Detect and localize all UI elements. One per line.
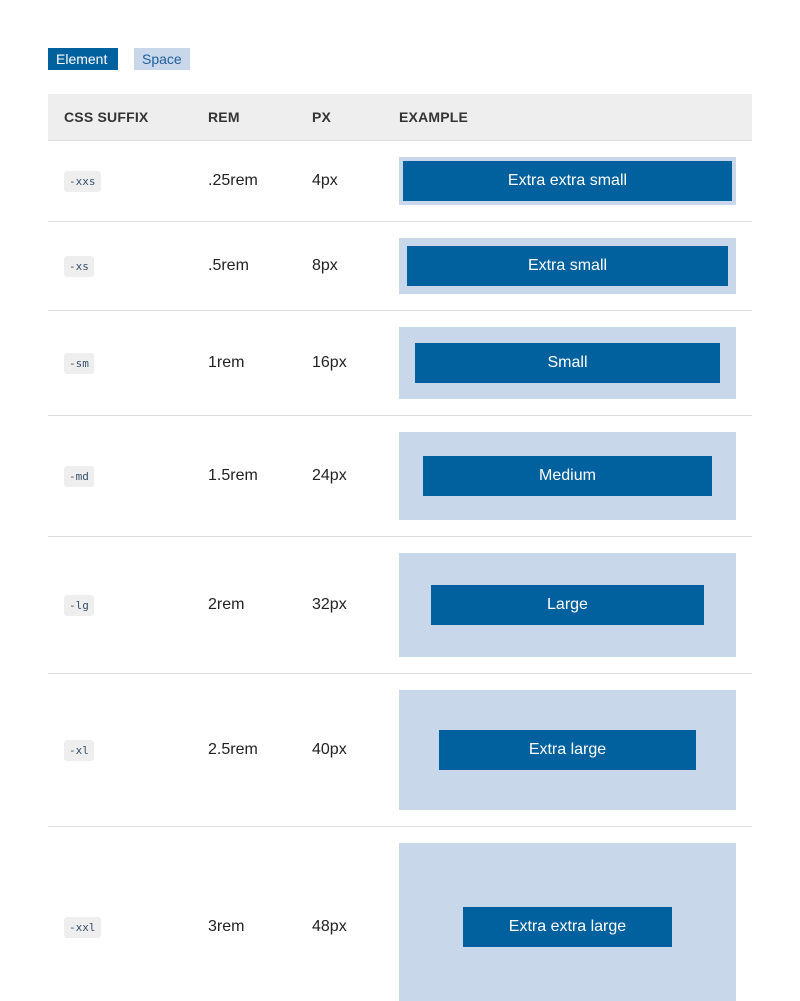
table-row: -xs .5rem 8px Extra small xyxy=(48,222,752,311)
element-box: Medium xyxy=(423,456,712,496)
legend-element-chip: Element xyxy=(48,48,118,70)
space-box: Small xyxy=(399,327,736,399)
table-header: CSS SUFFIX REM PX EXAMPLE xyxy=(48,94,752,141)
space-box: Extra extra small xyxy=(399,157,736,205)
px-value: 32px xyxy=(312,596,347,613)
header-example: EXAMPLE xyxy=(399,109,469,125)
table-row: -md 1.5rem 24px Medium xyxy=(48,416,752,537)
css-suffix-code: -sm xyxy=(64,353,94,374)
rem-value: 1rem xyxy=(208,354,245,371)
px-value: 16px xyxy=(312,354,347,371)
css-suffix-code: -lg xyxy=(64,595,94,616)
px-value: 48px xyxy=(312,918,347,935)
header-css-suffix: CSS SUFFIX xyxy=(64,109,149,125)
space-box: Extra extra large xyxy=(399,843,736,1001)
rem-value: 3rem xyxy=(208,918,245,935)
table-row: -sm 1rem 16px Small xyxy=(48,311,752,416)
legend-space-chip: Space xyxy=(134,48,190,70)
legend: Element Space xyxy=(48,48,190,70)
space-box: Extra small xyxy=(399,238,736,294)
css-suffix-code: -xl xyxy=(64,740,94,761)
space-box: Large xyxy=(399,553,736,657)
element-box: Small xyxy=(415,343,720,383)
css-suffix-code: -xxl xyxy=(64,917,101,938)
table-row: -xl 2.5rem 40px Extra large xyxy=(48,674,752,827)
table-row: -lg 2rem 32px Large xyxy=(48,537,752,674)
element-box: Extra small xyxy=(407,246,728,286)
element-box: Extra extra small xyxy=(403,161,732,201)
element-box: Extra large xyxy=(439,730,696,770)
space-box: Extra large xyxy=(399,690,736,810)
header-rem: REM xyxy=(208,109,240,125)
space-box: Medium xyxy=(399,432,736,520)
css-suffix-code: -md xyxy=(64,466,94,487)
css-suffix-code: -xxs xyxy=(64,171,101,192)
px-value: 24px xyxy=(312,467,347,484)
px-value: 8px xyxy=(312,257,338,274)
px-value: 4px xyxy=(312,172,338,189)
rem-value: 2.5rem xyxy=(208,741,258,758)
rem-value: .5rem xyxy=(208,257,249,274)
rem-value: 2rem xyxy=(208,596,245,613)
table-row: -xxs .25rem 4px Extra extra small xyxy=(48,141,752,222)
header-px: PX xyxy=(312,109,332,125)
element-box: Extra extra large xyxy=(463,907,672,947)
css-suffix-code: -xs xyxy=(64,256,94,277)
rem-value: .25rem xyxy=(208,172,258,189)
spacing-table: CSS SUFFIX REM PX EXAMPLE -xxs .25rem 4p… xyxy=(48,94,752,1001)
px-value: 40px xyxy=(312,741,347,758)
element-box: Large xyxy=(431,585,704,625)
table-row: -xxl 3rem 48px Extra extra large xyxy=(48,827,752,1001)
rem-value: 1.5rem xyxy=(208,467,258,484)
